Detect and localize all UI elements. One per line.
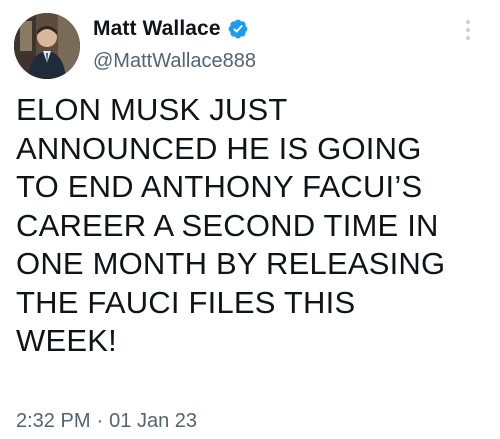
- author-display-name[interactable]: Matt Wallace: [93, 17, 221, 41]
- timestamp-separator: ·: [96, 410, 104, 432]
- tweet-text-line: THE FAUCI FILES THIS: [16, 284, 356, 320]
- tweet-time: 2:32 PM: [16, 410, 91, 432]
- author-name-row: Matt Wallace: [93, 16, 249, 42]
- tweet-text-line: TO END ANTHONY FACUI’S: [16, 169, 423, 204]
- avatar-image: [14, 13, 80, 79]
- tweet-text-line: CAREER A SECOND TIME IN: [16, 207, 439, 243]
- tweet-text-line: WEEK!: [16, 323, 117, 358]
- tweet-text: ELON MUSK JUST ANNOUNCED HE IS GOING TO …: [16, 91, 494, 361]
- tweet-timestamp[interactable]: 2:32 PM · 01 Jan 23: [16, 410, 197, 433]
- tweet-text-line: ELON MUSK JUST: [16, 92, 288, 127]
- avatar[interactable]: [14, 13, 80, 79]
- author-handle[interactable]: @MattWallace888: [93, 50, 256, 73]
- more-vertical-icon[interactable]: [461, 20, 475, 50]
- tweet-card: Matt Wallace @MattWallace888 ELON MUSK J…: [0, 0, 500, 439]
- tweet-text-line: ONE MONTH BY RELEASING: [16, 246, 446, 281]
- verified-badge-icon: [227, 18, 249, 40]
- tweet-text-line: ANNOUNCED HE IS GOING: [16, 130, 422, 166]
- tweet-date: 01 Jan 23: [109, 410, 198, 432]
